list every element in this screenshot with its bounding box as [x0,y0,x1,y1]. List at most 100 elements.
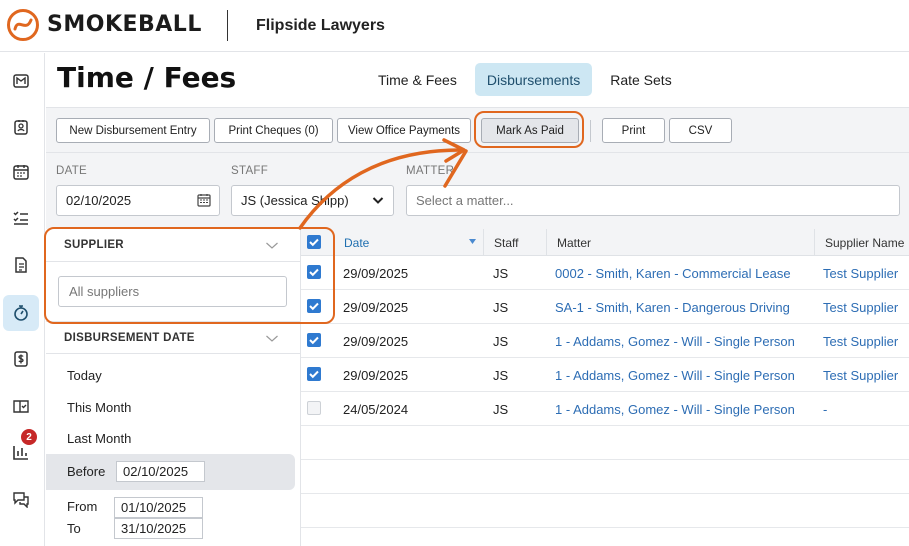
column-header-date[interactable]: Date [334,229,482,256]
toolbar-separator [590,120,591,142]
date-option-last-month[interactable]: Last Month [67,431,131,446]
date-filter-input[interactable]: 02/10/2025 [56,185,220,216]
new-disbursement-button[interactable]: New Disbursement Entry [56,118,210,143]
calendar-icon[interactable] [197,193,211,207]
empty-row [301,494,909,528]
row-checkbox[interactable] [307,265,321,279]
calendar-icon [13,165,29,180]
disbursement-date-section-header[interactable]: DISBURSEMENT DATE [46,321,301,354]
mark-as-paid-button[interactable]: Mark As Paid [481,118,579,143]
nav-tasks[interactable] [3,200,39,236]
nav-matters[interactable] [3,63,39,99]
matter-search-input[interactable]: Select a matter... [406,185,900,216]
supplier-placeholder: All suppliers [69,284,140,299]
row-checkbox[interactable] [307,401,321,415]
smokeball-logo-icon [7,9,39,41]
chat-icon [13,492,29,508]
table-row[interactable]: 24/05/2024 JS 1 - Addams, Gomez - Will -… [301,392,909,426]
row-matter-link[interactable]: 1 - Addams, Gomez - Will - Single Person [555,358,795,392]
table-row[interactable]: 29/09/2025 JS 1 - Addams, Gomez - Will -… [301,324,909,358]
date-option-before[interactable]: Before 02/10/2025 [46,454,295,490]
print-button[interactable]: Print [602,118,665,143]
disbursements-table: Date Staff Matter Supplier Name 29/09/20… [301,229,909,546]
before-date-input[interactable]: 02/10/2025 [116,461,205,482]
row-checkbox[interactable] [307,367,321,381]
row-staff: JS [493,333,509,349]
tab-rate-sets[interactable]: Rate Sets [598,63,683,96]
csv-button[interactable]: CSV [669,118,732,143]
firm-name: Flipside Lawyers [256,17,385,34]
row-supplier-link[interactable]: Test Supplier [823,256,898,290]
stopwatch-icon [14,305,28,321]
contact-card-icon [14,120,28,135]
row-staff: JS [493,367,509,383]
row-date: 29/09/2025 [343,333,409,349]
row-matter-link[interactable]: SA-1 - Smith, Karen - Dangerous Driving [555,290,790,324]
table-row[interactable]: 29/09/2025 JS SA-1 - Smith, Karen - Dang… [301,290,909,324]
to-label: To [67,521,81,536]
checkmark-icon [309,370,319,379]
from-date-input[interactable]: 01/10/2025 [114,497,203,518]
left-nav-rail [0,53,45,546]
staff-select[interactable]: JS (Jessica Shipp) [231,185,394,216]
row-supplier-link[interactable]: Test Supplier [823,324,898,358]
nav-messages[interactable] [3,481,39,517]
select-all-checkbox[interactable] [307,235,321,249]
row-supplier-link[interactable]: - [823,392,827,426]
table-row[interactable]: 29/09/2025 JS 1 - Addams, Gomez - Will -… [301,358,909,392]
row-checkbox[interactable] [307,333,321,347]
view-tabs: Time & Fees Disbursements Rate Sets [366,63,684,96]
checkmark-icon [309,238,319,247]
page-title: Time / Fees [57,61,237,94]
column-header-staff[interactable]: Staff [483,229,546,256]
header-divider [227,10,228,41]
nav-calendar[interactable] [3,154,39,190]
matter-placeholder: Select a matter... [416,193,514,208]
before-label: Before [67,464,106,479]
column-header-supplier[interactable]: Supplier Name [814,229,909,256]
date-filter-value: 02/10/2025 [66,193,132,208]
row-supplier-link[interactable]: Test Supplier [823,290,898,324]
notification-badge: 2 [21,429,37,445]
supplier-header-label: SUPPLIER [64,239,124,251]
table-row[interactable]: 29/09/2025 JS 0002 - Smith, Karen - Comm… [301,256,909,290]
staff-filter-label: STAFF [231,165,269,177]
row-matter-link[interactable]: 0002 - Smith, Karen - Commercial Lease [555,256,791,290]
date-option-today[interactable]: Today [67,368,102,383]
book-check-icon [13,400,29,413]
date-option-this-month[interactable]: This Month [67,400,131,415]
row-staff: JS [493,299,509,315]
row-date: 29/09/2025 [343,299,409,315]
supplier-filter-input[interactable]: All suppliers [58,276,287,307]
checkmark-icon [309,336,319,345]
nav-time-fees[interactable] [3,295,39,331]
filter-panel: SUPPLIER All suppliers DISBURSEMENT DATE… [46,229,301,546]
chevron-down-icon [266,335,278,342]
row-date: 29/09/2025 [343,367,409,383]
nav-reports-book[interactable] [3,388,39,424]
action-toolbar: New Disbursement Entry Print Cheques (0)… [46,107,909,153]
nav-billing[interactable] [3,341,39,377]
from-label: From [67,499,98,514]
column-header-matter[interactable]: Matter [546,229,814,256]
tab-disbursements[interactable]: Disbursements [474,63,593,96]
supplier-section-header[interactable]: SUPPLIER [46,229,301,262]
disbursement-date-header-label: DISBURSEMENT DATE [64,331,195,344]
row-matter-link[interactable]: 1 - Addams, Gomez - Will - Single Person [555,392,795,426]
row-checkbox[interactable] [307,299,321,313]
empty-row [301,460,909,494]
row-supplier-link[interactable]: Test Supplier [823,358,898,392]
row-matter-link[interactable]: 1 - Addams, Gomez - Will - Single Person [555,324,795,358]
staff-select-value: JS (Jessica Shipp) [241,193,349,208]
tab-time-fees[interactable]: Time & Fees [366,63,469,96]
nav-contacts[interactable] [3,109,39,145]
checkmark-icon [309,302,319,311]
nav-documents[interactable] [3,247,39,283]
matters-icon [13,74,29,88]
view-office-payments-button[interactable]: View Office Payments [337,118,471,143]
dollar-icon [14,351,28,367]
empty-row [301,426,909,460]
checkmark-icon [309,268,319,277]
to-date-input[interactable]: 31/10/2025 [114,518,203,539]
print-cheques-button[interactable]: Print Cheques (0) [214,118,333,143]
